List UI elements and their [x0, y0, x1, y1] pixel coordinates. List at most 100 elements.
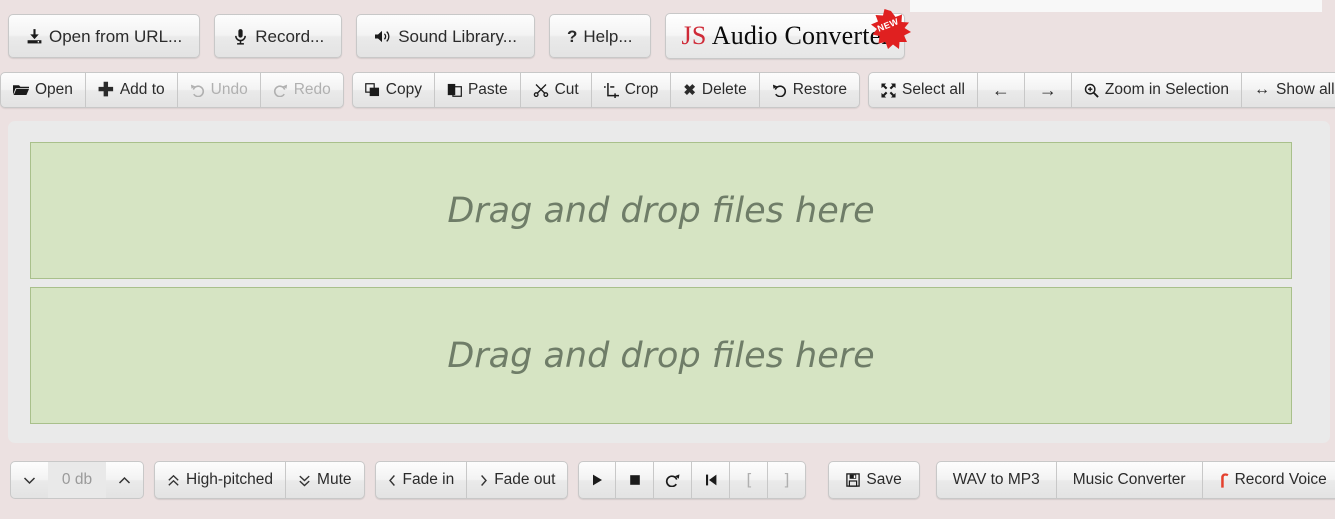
record-label: Record... [255, 26, 325, 46]
copy-label: Copy [385, 81, 422, 99]
gain-stepper: 0 db [10, 461, 144, 499]
mute-label: Mute [317, 471, 352, 489]
zoom-in-selection-button[interactable]: Zoom in Selection [1071, 72, 1242, 108]
arrow-left-icon: ← [991, 80, 1010, 100]
folder-open-icon [13, 83, 29, 97]
restore-icon [772, 83, 787, 97]
delete-label: Delete [701, 81, 747, 99]
add-to-label: Add to [119, 81, 165, 99]
arrow-right-icon: → [1038, 80, 1057, 100]
undo-button[interactable]: Undo [177, 72, 261, 108]
show-all-button[interactable]: ↔ Show all [1241, 72, 1335, 108]
question-mark-icon: ? [566, 26, 578, 46]
fade-out-label: Fade out [494, 471, 556, 489]
redo-button[interactable]: Redo [260, 72, 344, 108]
mark-selection-end-button[interactable]: ] [768, 461, 807, 499]
crop-label: Crop [624, 81, 659, 99]
open-from-url-button[interactable]: Open from URL... [8, 14, 201, 58]
copy-icon [364, 83, 380, 97]
cut-label: Cut [554, 81, 579, 99]
select-all-button[interactable]: Select all [868, 72, 978, 108]
sound-library-button[interactable]: Sound Library... [356, 14, 535, 58]
dropzone-track-2[interactable]: Drag and drop files here [30, 287, 1292, 424]
high-pitched-label: High-pitched [186, 471, 274, 489]
stop-icon [628, 473, 642, 487]
app-logo-main: Audio Converter [711, 21, 891, 50]
move-left-button[interactable]: ← [977, 72, 1025, 108]
app-logo-prefix: JS [681, 21, 707, 50]
clipboard-edit-group: Copy Paste Cut Crop ✖ Delete Restore [351, 72, 861, 108]
chevron-left-icon [388, 474, 397, 487]
loop-button[interactable] [654, 461, 693, 499]
open-from-url-label: Open from URL... [49, 26, 183, 46]
crop-icon [603, 82, 619, 98]
play-icon [590, 473, 604, 487]
save-button[interactable]: Save [828, 461, 920, 499]
loop-icon [665, 473, 680, 487]
transport-group: [ ] [578, 461, 807, 499]
fade-in-button[interactable]: Fade in [374, 461, 468, 499]
fade-out-button[interactable]: Fade out [467, 461, 569, 499]
music-converter-label: Music Converter [1072, 471, 1186, 489]
record-button[interactable]: Record... [214, 14, 343, 58]
redo-icon [273, 83, 288, 97]
speaker-icon [374, 28, 392, 45]
effects-group: High-pitched Mute [154, 461, 365, 499]
undo-label: Undo [210, 81, 248, 99]
paste-icon [447, 83, 462, 97]
chevron-up-icon [118, 476, 131, 485]
play-button[interactable] [578, 461, 617, 499]
record-voice-icon [1219, 472, 1229, 488]
help-label: Help... [583, 26, 633, 46]
app-logo-text: JS Audio Converter [682, 21, 891, 51]
crop-button[interactable]: Crop [591, 72, 672, 108]
mark-selection-start-button[interactable]: [ [730, 461, 769, 499]
redo-label: Redo [293, 81, 331, 99]
record-voice-link[interactable]: Record Voice [1202, 461, 1335, 499]
dropzone-track-1[interactable]: Drag and drop files here [30, 142, 1292, 279]
skip-to-start-button[interactable] [692, 461, 731, 499]
add-to-button[interactable]: ✚ Add to [85, 72, 178, 108]
open-label: Open [35, 81, 73, 99]
delete-button[interactable]: ✖ Delete [671, 72, 760, 108]
wav-to-mp3-label: WAV to MP3 [952, 471, 1040, 489]
sound-library-label: Sound Library... [398, 26, 517, 46]
dropzone-track-2-label: Drag and drop files here [447, 335, 875, 376]
mute-button[interactable]: Mute [286, 461, 365, 499]
bracket-open-icon: [ [744, 470, 754, 489]
plus-icon: ✚ [97, 79, 114, 101]
move-right-button[interactable]: → [1024, 72, 1072, 108]
select-all-label: Select all [902, 81, 965, 99]
download-icon [26, 28, 43, 45]
cross-icon: ✖ [683, 81, 696, 99]
select-all-icon [881, 82, 896, 98]
restore-label: Restore [792, 81, 848, 99]
cut-button[interactable]: Cut [520, 72, 592, 108]
high-pitched-button[interactable]: High-pitched [154, 461, 287, 499]
skip-to-start-icon [704, 473, 718, 487]
file-history-group: Open ✚ Add to Undo Redo [0, 72, 344, 108]
floppy-disk-icon [846, 473, 861, 487]
app-logo[interactable]: JS Audio Converter NEW [664, 9, 912, 59]
fade-group: Fade in Fade out [374, 461, 569, 499]
workspace-panel: Drag and drop files here Drag and drop f… [8, 121, 1330, 443]
fade-in-label: Fade in [402, 471, 455, 489]
undo-icon [190, 83, 205, 97]
music-converter-link[interactable]: Music Converter [1056, 461, 1203, 499]
stop-button[interactable] [616, 461, 655, 499]
copy-button[interactable]: Copy [351, 72, 435, 108]
microphone-icon [232, 28, 249, 45]
double-chevron-down-icon [298, 474, 311, 487]
help-button[interactable]: ? Help... [548, 14, 651, 58]
wav-to-mp3-link[interactable]: WAV to MP3 [935, 461, 1057, 499]
restore-button[interactable]: Restore [759, 72, 861, 108]
save-label: Save [866, 471, 902, 489]
bottom-toolbar: 0 db High-pitched Mute Fade in Fade out … [0, 458, 1335, 502]
gain-value: 0 db [48, 461, 106, 499]
gain-decrease-button[interactable] [10, 461, 48, 499]
top-action-bar: Open from URL... Record... Sound Library… [0, 9, 1335, 60]
open-button[interactable]: Open [0, 72, 86, 108]
paste-button[interactable]: Paste [434, 72, 521, 108]
paste-label: Paste [467, 81, 508, 99]
gain-increase-button[interactable] [106, 461, 144, 499]
